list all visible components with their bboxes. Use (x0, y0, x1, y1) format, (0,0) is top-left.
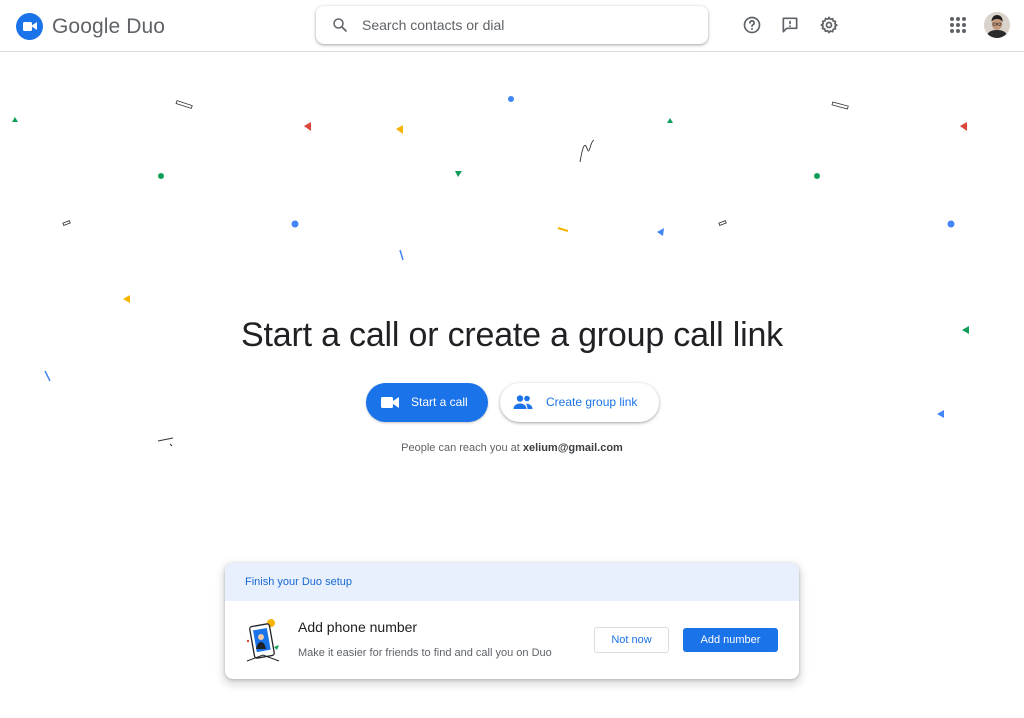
brand-name: Google Duo (52, 14, 166, 38)
add-number-button[interactable]: Add number (683, 628, 778, 652)
group-people-icon (513, 395, 533, 409)
confetti-piece (291, 220, 299, 228)
not-now-button[interactable]: Not now (594, 627, 669, 653)
setup-card-header: Finish your Duo setup (225, 563, 799, 601)
search-input[interactable] (362, 6, 692, 44)
confetti-piece (123, 295, 130, 303)
reach-info: People can reach you at xelium@gmail.com (0, 442, 1024, 454)
search-box[interactable] (316, 6, 708, 44)
setup-card: Finish your Duo setup Add phone number M… (225, 563, 799, 679)
confetti-piece (44, 370, 51, 382)
search-icon (333, 18, 347, 32)
confetti-piece (508, 96, 514, 102)
confetti-piece (657, 228, 664, 236)
avatar[interactable] (984, 12, 1010, 38)
setup-card-subtitle: Make it easier for friends to find and c… (298, 647, 552, 659)
video-camera-icon (381, 397, 399, 408)
settings-icon[interactable] (817, 13, 841, 37)
confetti-piece (12, 117, 18, 122)
confetti-piece (960, 122, 967, 131)
setup-card-title: Add phone number (298, 619, 418, 635)
apps-grid-icon[interactable] (950, 17, 966, 33)
confetti-piece (175, 100, 193, 109)
confetti-piece (831, 101, 849, 110)
confetti-piece (814, 173, 820, 179)
confetti-piece (947, 220, 955, 228)
confetti-piece (667, 118, 673, 123)
confetti-piece (579, 139, 595, 163)
reach-prefix: People can reach you at (401, 442, 520, 454)
duo-logo-icon (16, 13, 43, 40)
confetti-piece (396, 125, 403, 134)
start-call-button[interactable]: Start a call (366, 383, 488, 422)
page-title: Start a call or create a group call link (241, 316, 783, 354)
confetti-piece (937, 410, 944, 418)
confetti-piece (455, 171, 462, 177)
confetti-piece (718, 220, 727, 226)
phone-illustration-icon (246, 619, 280, 662)
confetti-piece (304, 122, 311, 131)
confetti-piece (62, 220, 71, 226)
confetti-piece (557, 227, 569, 232)
confetti-piece (399, 249, 404, 261)
brand-logo[interactable]: Google Duo (16, 13, 165, 40)
start-call-label: Start a call (411, 395, 468, 409)
feedback-icon[interactable] (778, 13, 802, 37)
confetti-piece (158, 173, 164, 179)
create-group-link-button[interactable]: Create group link (500, 383, 659, 422)
top-bar: Google Duo (0, 0, 1024, 52)
reach-email: xelium@gmail.com (522, 442, 623, 454)
create-group-link-label: Create group link (546, 395, 638, 409)
help-icon[interactable] (740, 13, 764, 37)
